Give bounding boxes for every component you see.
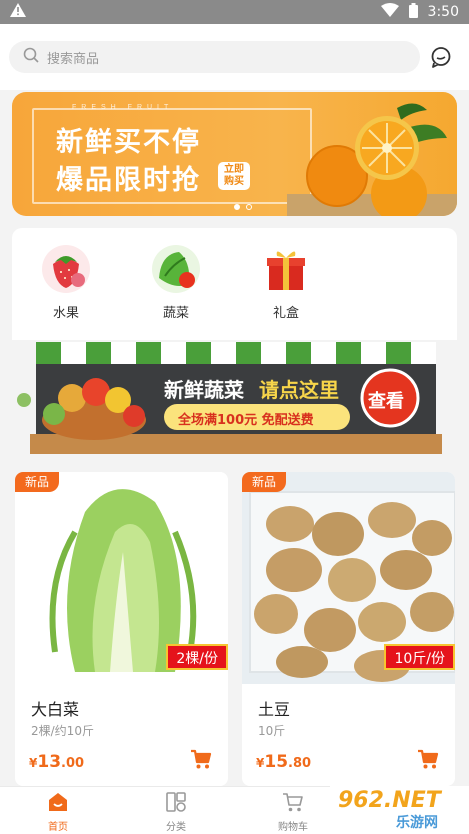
category-label: 水果 [52,306,79,321]
new-badge: 新品 [242,472,286,492]
add-to-cart-icon[interactable] [190,748,212,770]
category-fruit[interactable]: 水果 [26,244,106,321]
clock-time: 3:50 [427,4,459,20]
oranges-image [287,103,457,216]
unit-badge: 10斤/份 [384,644,455,670]
search-icon [23,47,39,67]
watermark-logo: 962.NET 乐游网 [330,786,469,834]
watermark-sub: 乐游网 [396,815,438,831]
tab-category[interactable]: 分类 [146,791,206,833]
vegetable-icon [152,245,200,293]
cart-icon [283,793,303,812]
carousel-dots [234,204,252,210]
promo-highlight: 请点这里 [258,378,339,402]
buy-now-button[interactable]: 立即 购买 [218,162,250,190]
search-input[interactable]: 搜索商品 [9,41,420,73]
product-spec: 2棵/约10斤 [31,724,94,738]
product-card[interactable]: 新品 10斤/份 土豆 10斤 ¥15.80 [242,472,455,786]
promo-title: 新鲜蔬菜 请点这里 [164,378,339,402]
tab-label: 首页 [48,822,68,833]
promo-offer: 全场满100元 免配送费 [178,413,314,428]
category-label: 蔬菜 [162,306,189,321]
message-button[interactable] [428,44,454,70]
warning-icon [10,3,26,21]
banner-headline-2: 爆品限时抢 [56,165,201,196]
carousel-dot[interactable] [246,204,252,210]
search-bar: 搜索商品 [0,24,469,90]
product-price: ¥15.80 [256,752,312,772]
tab-label: 购物车 [278,822,308,833]
promo-banner[interactable]: FRESH FRUIT 新鲜买不停 爆品限时抢 立即 购买 [12,92,457,216]
banner-tagline: FRESH FRUIT [72,104,174,111]
search-placeholder: 搜索商品 [47,51,100,67]
status-bar: 3:50 [0,0,469,24]
tab-label: 分类 [166,822,186,833]
category-label: 礼盒 [272,306,299,321]
gift-box-icon [267,251,305,290]
unit-badge: 2棵/份 [166,644,228,670]
product-spec: 10斤 [258,724,286,738]
tab-home[interactable]: 首页 [28,791,88,833]
category-icon [166,792,186,812]
home-icon [49,793,67,811]
product-name: 大白菜 [31,700,80,719]
product-card[interactable]: 新品 2棵/份 大白菜 2棵/约10斤 ¥13.00 [15,472,228,786]
battery-icon [408,2,418,22]
view-button[interactable]: 查看 [368,387,404,413]
category-grid: 水果 蔬菜 礼盒 [12,228,457,340]
strawberry-icon [42,245,90,293]
chat-bubble-icon [431,47,451,68]
category-gift-box[interactable]: 礼盒 [246,244,326,321]
product-price: ¥13.00 [29,752,85,772]
banner-headline-1: 新鲜买不停 [56,127,201,158]
new-badge: 新品 [15,472,59,492]
tab-cart[interactable]: 购物车 [263,791,323,833]
carousel-dot[interactable] [234,204,240,210]
add-to-cart-icon[interactable] [417,748,439,770]
wifi-icon [380,3,399,21]
category-vegetable[interactable]: 蔬菜 [136,244,216,321]
product-name: 土豆 [258,700,291,719]
watermark-brand: 962.NET [338,788,441,813]
vegetable-promo-banner[interactable]: 新鲜蔬菜 请点这里 全场满100元 免配送费 查看 [12,340,457,462]
